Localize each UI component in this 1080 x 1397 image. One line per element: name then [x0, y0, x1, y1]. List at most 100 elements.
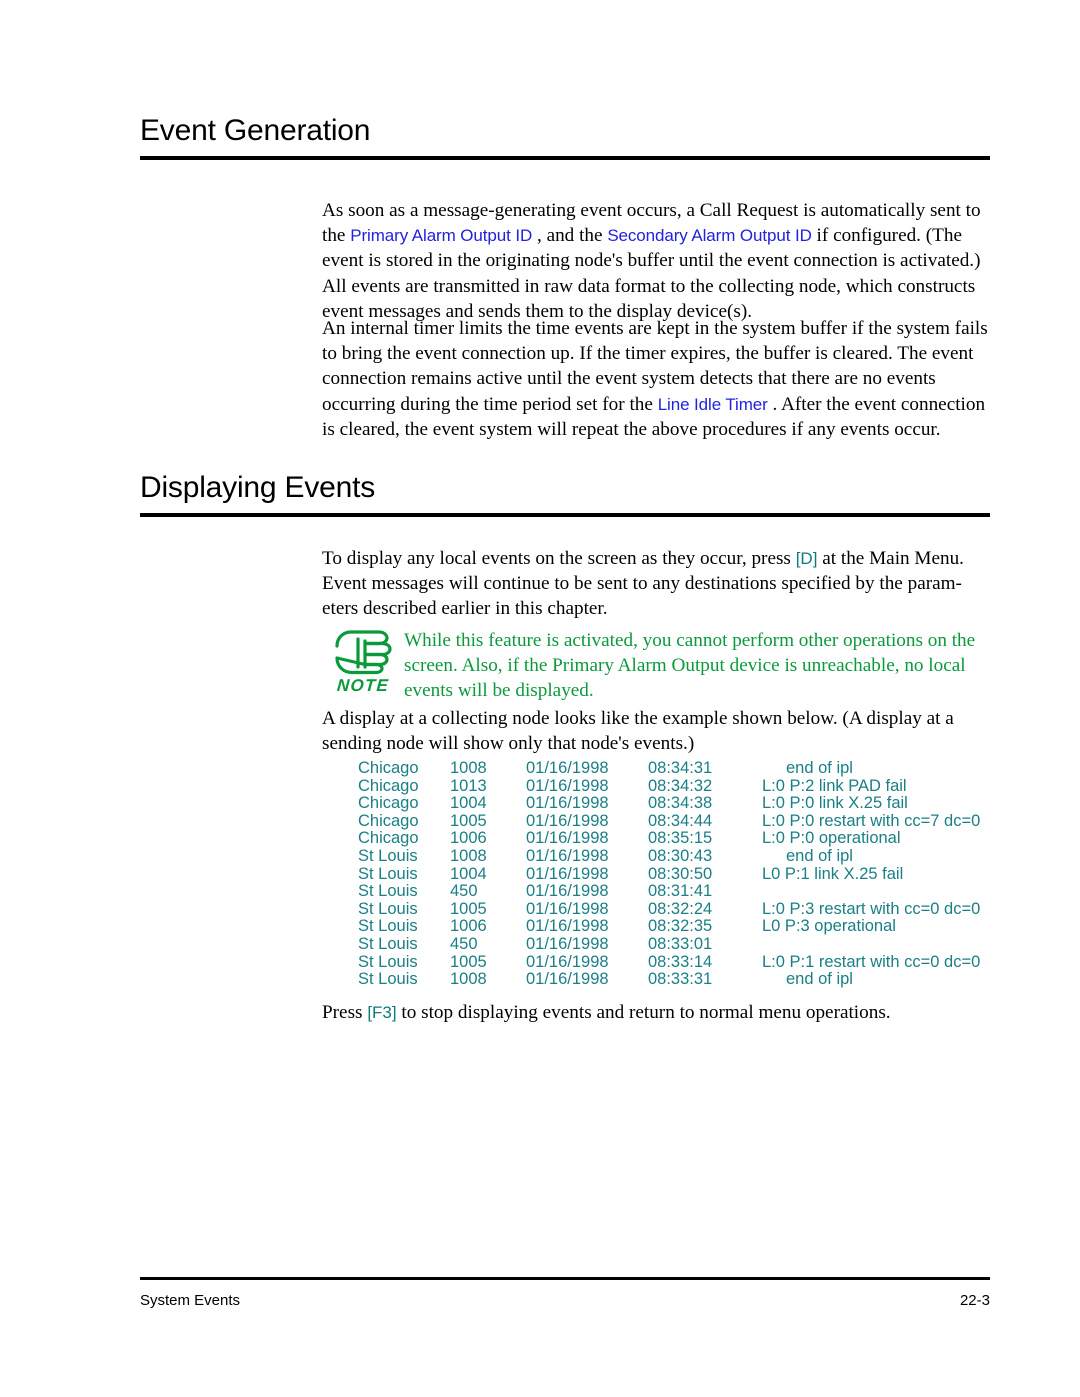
event-message-cell: L:0 P:2 link PAD fail	[762, 776, 907, 795]
note-icon-group: NOTE	[322, 626, 404, 696]
paragraph-displaying-events-1: To display any local events on the scree…	[322, 546, 994, 622]
table-row: St Louis 1008 01/16/1998 08:33:31 end of ipl	[358, 971, 998, 989]
event-date-cell: 01/16/1998	[526, 934, 609, 953]
event-message-cell: L:0 P:1 restart with cc=0 dc=0	[762, 952, 981, 971]
heading-rule	[140, 512, 990, 517]
event-date-cell: 01/16/1998	[526, 864, 609, 883]
note-text: While this feature is activated, you can…	[404, 630, 976, 702]
event-message-cell: L0 P:3 operational	[762, 917, 896, 936]
event-message-cell: L:0 P:0 link X.25 fail	[762, 794, 908, 813]
event-time-cell: 08:34:38	[648, 794, 713, 813]
event-node-cell: St Louis	[358, 846, 418, 865]
para-de1-keycap-1: [D]	[795, 549, 818, 568]
event-time-cell: 08:34:31	[648, 759, 713, 777]
paragraph-closing: Press [F3] to stop displaying events and…	[322, 1000, 994, 1025]
section-title-displaying-events: Displaying Events	[140, 471, 376, 504]
event-time-cell: 08:33:14	[648, 952, 713, 971]
footer-page-number: 22-3	[959, 1292, 990, 1309]
note-callout: NOTE While this feature is activated, yo…	[322, 626, 994, 704]
paragraph-example-intro: A display at a collecting node looks lik…	[322, 706, 994, 756]
event-date-cell: 01/16/1998	[526, 776, 609, 795]
event-node-cell: Chicago	[358, 794, 419, 813]
section-event-generation: Event Generation	[140, 115, 990, 160]
event-node-cell: Chicago	[358, 811, 419, 830]
para-closing-text-2: to stop displaying events and return to …	[396, 1002, 891, 1023]
table-row: St Louis 1008 01/16/1998 08:30:43 end of ipl	[358, 846, 998, 866]
event-node-cell: Chicago	[358, 759, 419, 777]
event-code-cell: 1005	[450, 899, 487, 918]
event-time-cell: 08:34:32	[648, 776, 713, 795]
event-message-cell: end of ipl	[786, 759, 853, 777]
event-code-cell: 450	[450, 882, 478, 901]
table-row: Chicago 1005 01/16/1998 08:34:44 L:0 P:0 res…	[358, 811, 998, 831]
paragraph-event-generation-2: An internal timer limits the time events…	[322, 316, 994, 442]
page-title: Event Generation	[140, 114, 371, 147]
para-eg2-link-1[interactable]: Line Idle Timer	[658, 395, 768, 414]
event-node-cell: St Louis	[358, 917, 418, 936]
event-message-cell: L:0 P:0 operational	[762, 829, 901, 848]
para-closing-keycap-1: [F3]	[367, 1003, 397, 1022]
event-code-cell: 450	[450, 934, 478, 953]
event-message-cell: L:0 P:3 restart with cc=0 dc=0	[762, 899, 981, 918]
event-node-cell: St Louis	[358, 882, 418, 901]
para-eg1-link-3[interactable]: Secondary Alarm Output ID	[607, 226, 812, 245]
event-code-cell: 1005	[450, 952, 487, 971]
event-code-cell: 1008	[450, 970, 487, 989]
event-date-cell: 01/16/1998	[526, 829, 609, 848]
event-code-cell: 1008	[450, 759, 487, 777]
event-time-cell: 08:33:31	[648, 970, 713, 989]
event-time-cell: 08:30:50	[648, 864, 713, 883]
event-code-cell: 1004	[450, 864, 487, 883]
note-label: NOTE	[336, 676, 390, 695]
event-date-cell: 01/16/1998	[526, 811, 609, 830]
table-row: Chicago 1004 01/16/1998 08:34:38 L:0 P:0 lin…	[358, 795, 998, 813]
para-eg1-link-1[interactable]: Primary Alarm Output ID	[350, 226, 532, 245]
table-row: St Louis 1004 01/16/1998 08:30:50 L0 P:1 lin…	[358, 864, 998, 884]
event-date-cell: 01/16/1998	[526, 917, 609, 936]
event-node-cell: St Louis	[358, 952, 418, 971]
event-time-cell: 08:30:43	[648, 846, 713, 865]
table-row: Chicago 1013 01/16/1998 08:34:32 L:0 P:2 lin…	[358, 776, 998, 796]
event-node-cell: St Louis	[358, 970, 418, 989]
para-example-intro-text-0: A display at a collecting node looks lik…	[322, 708, 954, 755]
event-date-cell: 01/16/1998	[526, 952, 609, 971]
document-page: Event Generation As soon as a message-ge…	[0, 0, 1080, 1397]
event-time-cell: 08:31:41	[648, 882, 713, 901]
heading-rule	[140, 155, 990, 160]
event-code-cell: 1004	[450, 794, 487, 813]
event-time-cell: 08:32:24	[648, 899, 713, 918]
event-date-cell: 01/16/1998	[526, 970, 609, 989]
event-message-cell: end of ipl	[786, 970, 853, 989]
para-closing-text-0: Press	[322, 1002, 368, 1023]
event-code-cell: 1006	[450, 917, 487, 936]
footer-rule	[140, 1277, 990, 1280]
para-eg1-text-2: , and the	[532, 225, 608, 247]
event-message-cell: L0 P:1 link X.25 fail	[762, 864, 904, 883]
event-date-cell: 01/16/1998	[526, 899, 609, 918]
event-time-cell: 08:32:35	[648, 917, 713, 936]
event-time-cell: 08:34:44	[648, 811, 713, 830]
event-time-cell: 08:33:01	[648, 934, 713, 953]
event-date-cell: 01/16/1998	[526, 846, 609, 865]
event-message-cell: end of ipl	[786, 846, 853, 865]
event-date-cell: 01/16/1998	[526, 794, 609, 813]
table-row: St Louis 1005 01/16/1998 08:32:24 L:0 P:3 re…	[358, 899, 998, 919]
event-node-cell: Chicago	[358, 776, 419, 795]
event-node-cell: Chicago	[358, 829, 419, 848]
table-row: St Louis 1006 01/16/1998 08:32:35 L0 P:3 ope…	[358, 918, 998, 936]
table-row: St Louis 450 01/16/1998 08:31:41	[358, 883, 998, 901]
event-time-cell: 08:35:15	[648, 829, 713, 848]
event-date-cell: 01/16/1998	[526, 759, 609, 777]
footer-left-label: System Events	[140, 1292, 241, 1309]
event-message-cell: L:0 P:0 restart with cc=7 dc=0	[762, 811, 981, 830]
table-row: Chicago 1008 01/16/1998 08:34:31 end of ipl	[358, 759, 998, 778]
section-displaying-events: Displaying Events	[140, 472, 990, 517]
page-footer: System Events 22-3	[140, 1292, 990, 1309]
pointing-hand-icon	[332, 627, 394, 675]
table-row: St Louis 450 01/16/1998 08:33:01	[358, 934, 998, 954]
event-node-cell: St Louis	[358, 864, 418, 883]
event-code-cell: 1005	[450, 811, 487, 830]
event-code-cell: 1013	[450, 776, 487, 795]
event-code-cell: 1006	[450, 829, 487, 848]
para-de1-text-0: To display any local events on the scree…	[322, 548, 796, 569]
